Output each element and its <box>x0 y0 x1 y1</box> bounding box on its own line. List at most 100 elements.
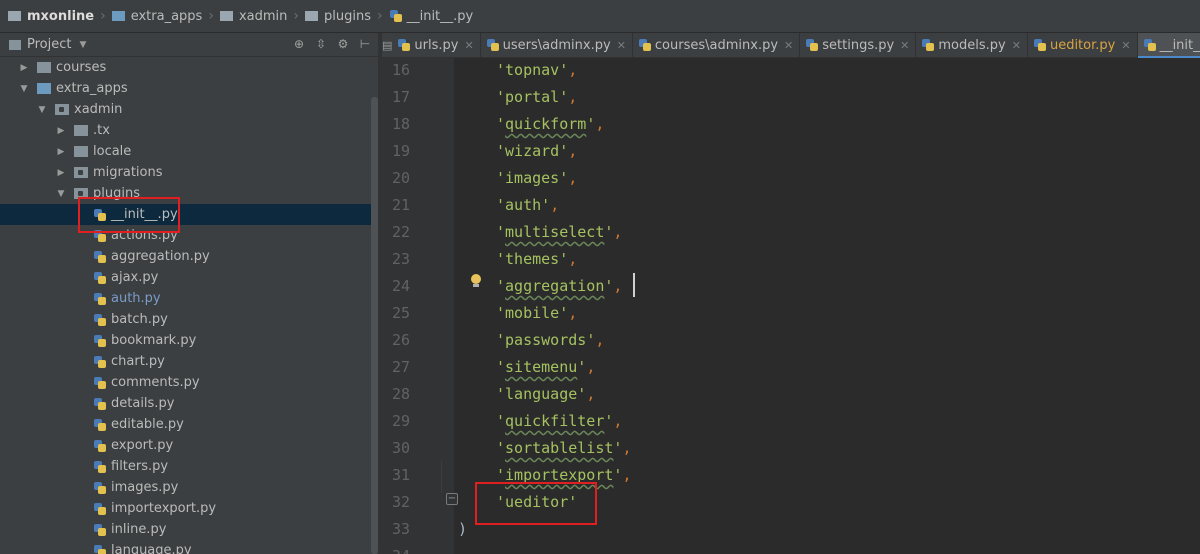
tree-item[interactable]: ▶ locale <box>0 141 378 162</box>
chevron-right-icon[interactable]: ▶ <box>55 147 67 157</box>
breadcrumb-separator-icon: › <box>293 8 299 24</box>
project-icon <box>9 39 21 50</box>
chevron-right-icon[interactable]: ▶ <box>55 126 67 136</box>
python-file-icon <box>1033 38 1047 52</box>
sidebar-scrollbar[interactable] <box>371 97 378 554</box>
editor-tab[interactable]: models.py ✕ <box>916 32 1028 58</box>
close-icon[interactable]: ✕ <box>1121 39 1130 52</box>
tree-item[interactable]: chart.py <box>0 351 378 372</box>
quote-mark: ' <box>559 250 569 268</box>
tree-item[interactable]: editable.py <box>0 414 378 435</box>
editor-tab[interactable]: urls.py ✕ <box>392 32 481 58</box>
python-file-icon <box>638 38 652 52</box>
tree-item-label: comments.py <box>111 375 200 390</box>
chevron-down-icon[interactable]: ▼ <box>36 105 48 115</box>
tree-item-label: .tx <box>93 123 110 138</box>
string-literal: quickform <box>505 115 587 133</box>
line-number: 29 <box>391 412 411 430</box>
lightbulb-icon[interactable] <box>470 274 482 288</box>
line-number: 31 <box>391 466 411 484</box>
quote-mark: ' <box>496 142 506 160</box>
code-line: 'sortablelist', <box>496 435 631 462</box>
tree-item-label: batch.py <box>111 312 168 327</box>
python-file-icon <box>93 439 107 453</box>
code-line: 'aggregation', <box>496 273 622 300</box>
tree-item[interactable]: ▶ .tx <box>0 120 378 141</box>
chevron-down-icon[interactable]: ▼ <box>79 40 86 50</box>
close-icon[interactable]: ✕ <box>900 39 909 52</box>
highlight-box-init-file <box>78 197 180 233</box>
code-editor[interactable]: 'topnav','portal','quickform','wizard', '… <box>454 58 1200 554</box>
tree-item[interactable]: aggregation.py <box>0 246 378 267</box>
tree-item-label: importexport.py <box>111 501 217 516</box>
breadcrumb-item[interactable]: xadmin <box>219 9 287 24</box>
editor-tab[interactable]: __init__.py✕ <box>1137 32 1200 59</box>
python-file-icon <box>93 292 107 306</box>
hide-icon[interactable]: ⊢ <box>358 37 372 51</box>
editor-tab[interactable]: courses\adminx.py ✕ <box>633 32 801 58</box>
tree-item[interactable]: __init__.py <box>0 204 378 225</box>
tree-item[interactable]: actions.py <box>0 225 378 246</box>
tree-item[interactable]: filters.py <box>0 456 378 477</box>
close-icon[interactable]: ✕ <box>784 39 793 52</box>
folder-icon <box>111 11 125 21</box>
gear-icon[interactable]: ⚙ <box>336 37 350 51</box>
close-icon[interactable]: ✕ <box>617 39 626 52</box>
breadcrumb-label: __init__.py <box>406 8 474 24</box>
close-icon[interactable]: ✕ <box>464 39 473 52</box>
chevron-right-icon[interactable]: ▶ <box>18 63 30 73</box>
tree-item[interactable]: auth.py <box>0 288 378 309</box>
python-file-icon <box>805 38 819 52</box>
breadcrumb-item[interactable]: plugins <box>305 9 371 24</box>
quote-mark: ' <box>577 385 587 403</box>
tree-item[interactable]: bookmark.py <box>0 330 378 351</box>
editor-tab[interactable]: settings.py ✕ <box>800 32 917 58</box>
tree-item[interactable]: export.py <box>0 435 378 456</box>
comma: , <box>622 439 632 457</box>
tree-item-label: ajax.py <box>111 270 159 285</box>
tree-item-label: editable.py <box>111 417 184 432</box>
breadcrumb-item[interactable]: mxonline <box>8 9 94 24</box>
tree-item[interactable]: importexport.py <box>0 498 378 519</box>
code-line: 'auth', <box>496 192 559 219</box>
tree-item[interactable]: language.py <box>0 540 378 554</box>
editor-tab-bar: ▤ urls.py ✕ users\adminx.py ✕ courses\adminx… <box>382 32 1200 59</box>
tree-item[interactable]: images.py <box>0 477 378 498</box>
tree-item[interactable]: ▶ migrations <box>0 162 378 183</box>
project-panel-header[interactable]: Project ▼ ⊕ ⇳ ⚙ ⊢ <box>0 33 378 57</box>
fold-collapse-icon[interactable]: − <box>446 493 458 505</box>
tree-item[interactable]: batch.py <box>0 309 378 330</box>
tree-item[interactable]: ajax.py <box>0 267 378 288</box>
tree-item[interactable]: ▼ extra_apps <box>0 78 378 99</box>
chevron-down-icon[interactable]: ▼ <box>18 84 30 94</box>
quote-mark: ' <box>496 385 506 403</box>
line-number: 28 <box>391 385 411 403</box>
quote-mark: ' <box>559 61 569 79</box>
tree-item[interactable]: ▼ xadmin <box>0 99 378 120</box>
tree-item[interactable]: inline.py <box>0 519 378 540</box>
close-icon[interactable]: ✕ <box>1012 39 1021 52</box>
breadcrumb-item[interactable]: __init__.py <box>389 8 474 24</box>
tree-item-label: filters.py <box>111 459 169 474</box>
string-literal: passwords <box>505 331 587 349</box>
python-file-icon <box>93 376 107 390</box>
string-literal: aggregation <box>505 277 605 295</box>
string-literal: sitemenu <box>505 358 578 376</box>
chevron-down-icon[interactable]: ▼ <box>55 189 67 199</box>
tree-item[interactable]: details.py <box>0 393 378 414</box>
tabs-menu-icon[interactable]: ▤ <box>382 39 392 52</box>
python-file-icon <box>93 250 107 264</box>
code-line: 'portal', <box>496 84 577 111</box>
target-icon[interactable]: ⊕ <box>292 37 306 51</box>
line-number: 27 <box>391 358 411 376</box>
breadcrumb-item[interactable]: extra_apps <box>111 9 202 24</box>
tab-label: __init__.py <box>1159 37 1200 53</box>
editor-tab[interactable]: ueditor.py ✕ <box>1028 32 1138 58</box>
chevron-right-icon[interactable]: ▶ <box>55 168 67 178</box>
package-folder-icon <box>55 104 69 115</box>
tree-item[interactable]: ▼ plugins <box>0 183 378 204</box>
collapse-icon[interactable]: ⇳ <box>314 37 328 51</box>
tree-item[interactable]: comments.py <box>0 372 378 393</box>
tree-item[interactable]: ▶ courses <box>0 57 378 78</box>
editor-tab[interactable]: users\adminx.py ✕ <box>481 32 633 58</box>
